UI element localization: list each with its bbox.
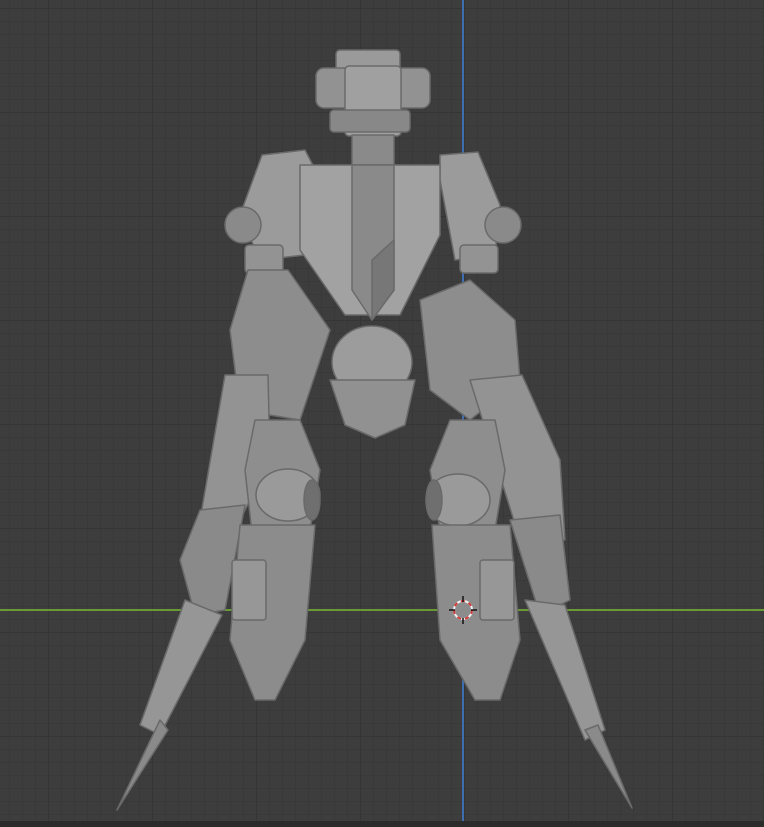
3d-viewport[interactable] (0, 0, 764, 827)
robot-torso (299, 164, 441, 321)
robot-head (315, 49, 431, 166)
viewport-bottom-edge (0, 821, 764, 827)
robot-pelvis (329, 325, 416, 439)
3d-cursor-icon[interactable] (449, 596, 477, 624)
robot-model[interactable] (0, 0, 764, 827)
